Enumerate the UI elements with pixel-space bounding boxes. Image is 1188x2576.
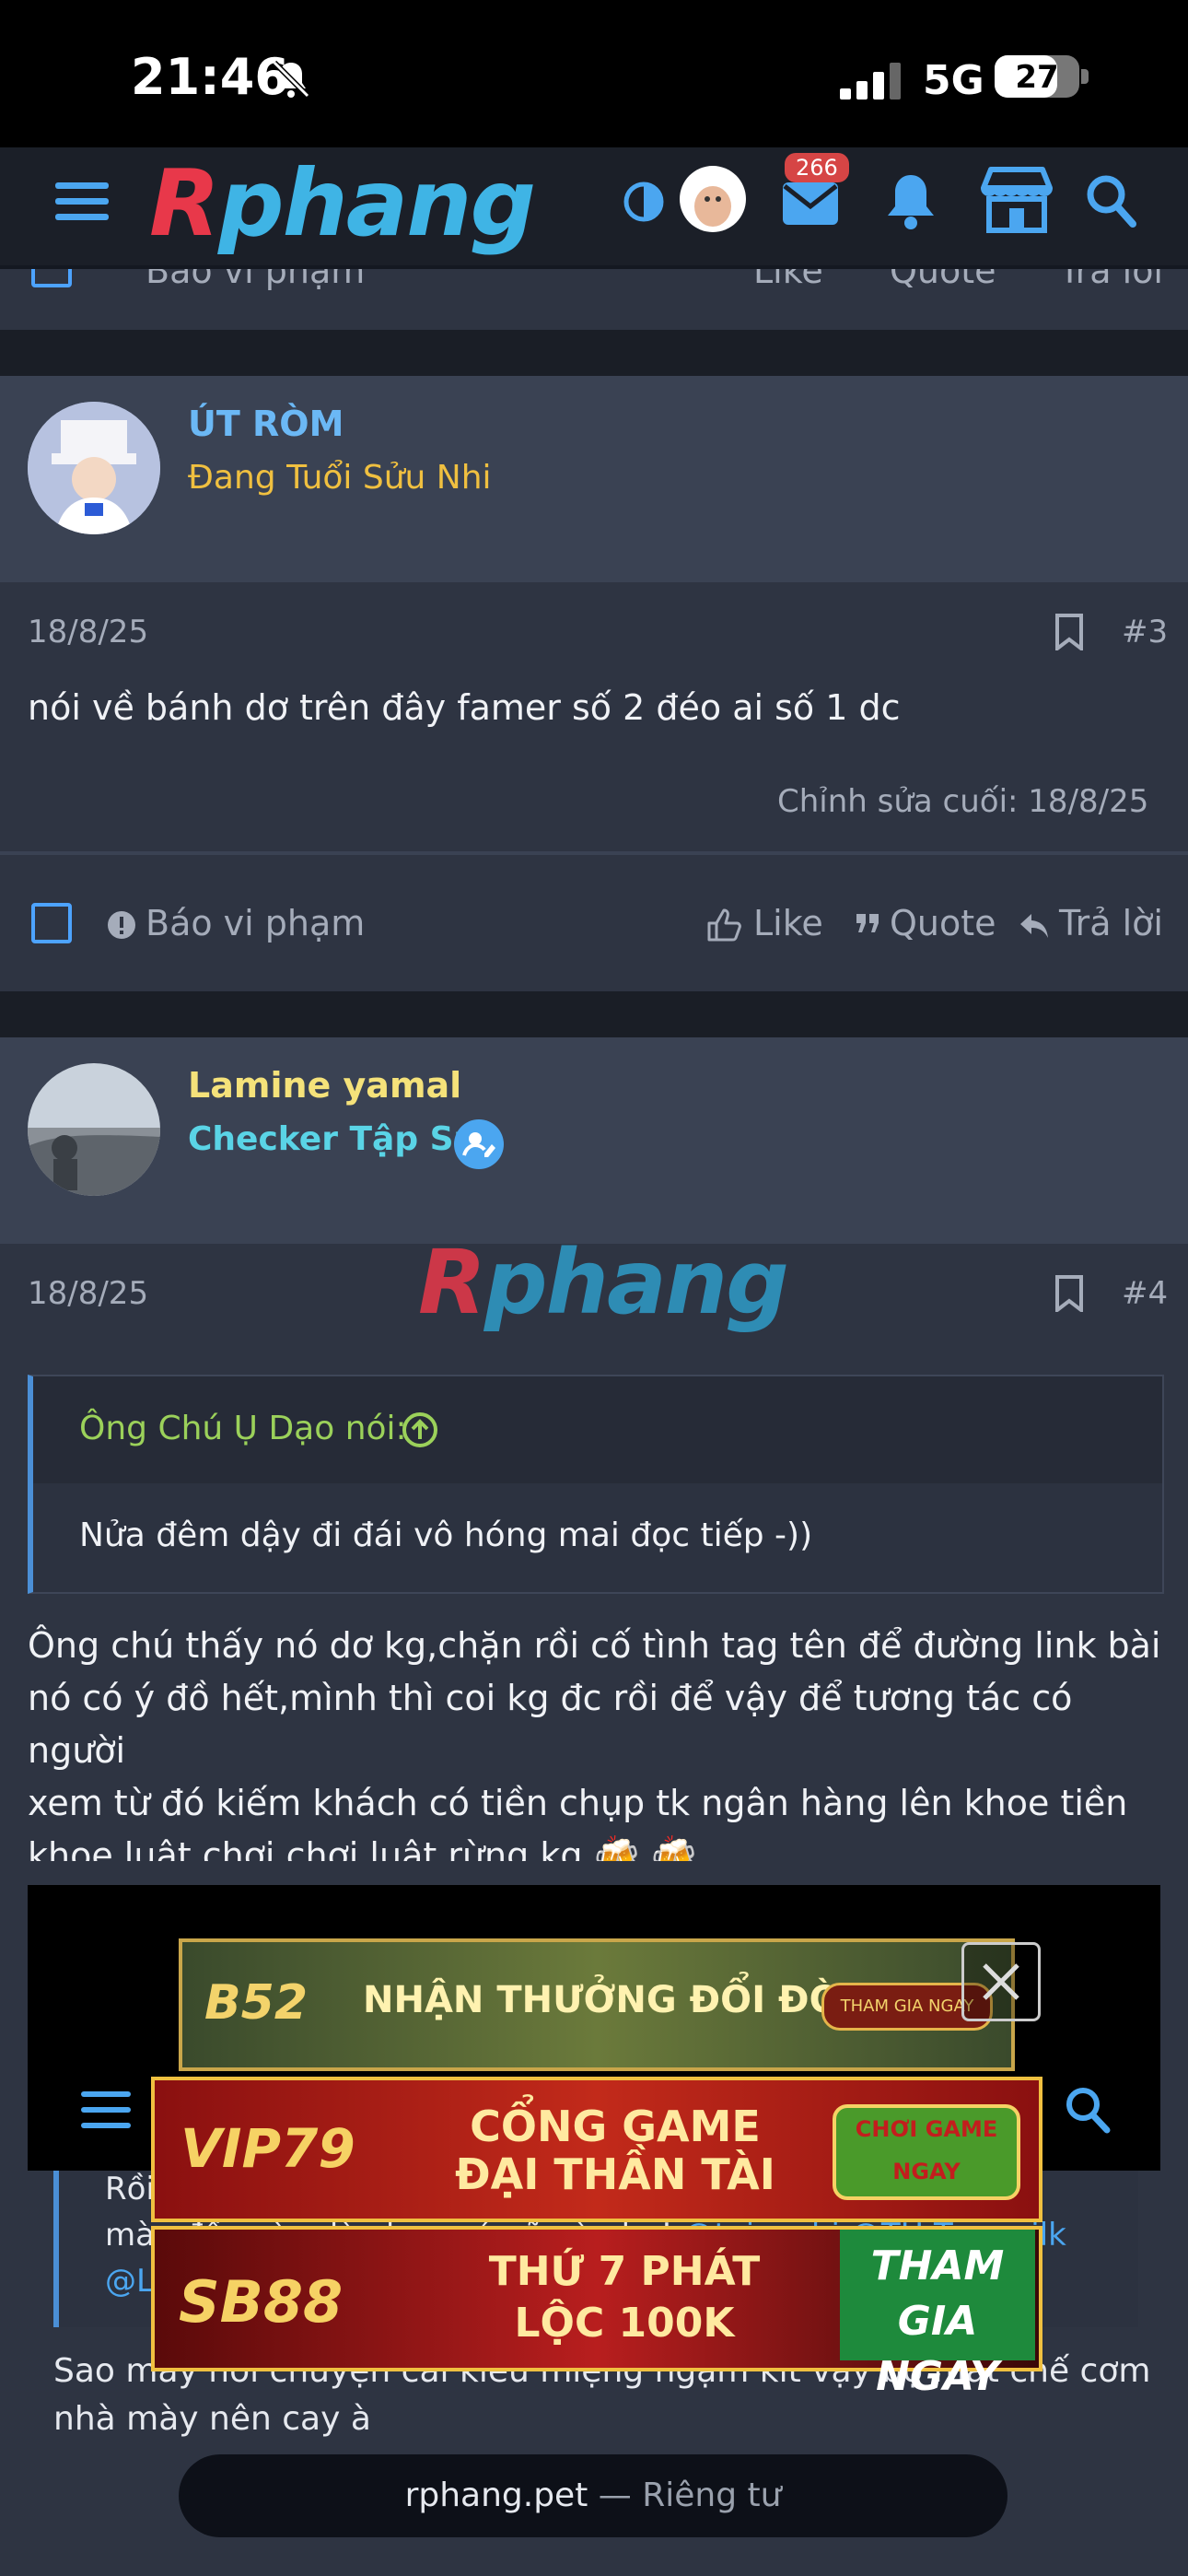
author-avatar[interactable]	[28, 1063, 160, 1196]
battery-icon: 27	[995, 55, 1079, 98]
ad-banner-vip79[interactable]: VIP79 CỔNG GAME ĐẠI THẦN TÀI CHƠI GAME N…	[151, 2077, 1042, 2222]
ad-close-button[interactable]	[961, 1942, 1041, 2021]
ad-banner-sb88[interactable]: SB88 THỨ 7 PHÁT LỘC 100K THAM GIA NGAY	[151, 2226, 1042, 2400]
post-separator	[0, 991, 1188, 1037]
ad-slogan: CỔNG GAME ĐẠI THẦN TÀI	[455, 2102, 775, 2199]
quote-button[interactable]: Quote	[890, 903, 996, 943]
close-icon[interactable]	[964, 1945, 1038, 2019]
inbox-count-badge: 266	[785, 153, 849, 182]
ad-brand: VIP79	[181, 2117, 355, 2180]
author-name[interactable]: ÚT RÒM	[188, 404, 344, 444]
cellular-signal-icon	[840, 63, 901, 100]
quote-text: Nửa đêm dậy đi đái vô hóng mai đọc tiếp …	[79, 1516, 813, 1554]
notification-bell-icon[interactable]	[884, 171, 938, 232]
quote-icon[interactable]	[855, 912, 880, 934]
reply-button[interactable]: Trả lời	[1059, 903, 1163, 943]
battery-level: 27	[1015, 59, 1059, 96]
status-bar: 21:46 5G 27	[0, 0, 1188, 147]
embedded-quote-line: Rồi	[105, 2171, 155, 2207]
author-avatar[interactable]	[28, 402, 160, 534]
avatar-image	[28, 402, 160, 534]
report-link[interactable]: Báo vi phạm	[146, 269, 365, 291]
ad-brand: B52	[204, 1975, 308, 2031]
post-author-block: Lamine yamal Checker Tập Sự	[0, 1037, 1188, 1247]
post-text-line: nó có ý đồ hết,mình thì coi kg đc rồi để…	[28, 1678, 1073, 1771]
quote-author[interactable]: Ông Chú Ụ Dạo nói:	[79, 1410, 407, 1447]
top-navbar: Rphang	[0, 147, 1188, 269]
post-separator	[0, 330, 1188, 376]
author-name[interactable]: Lamine yamal	[188, 1065, 461, 1106]
browser-url-pill[interactable]: rphang.pet — Riêng tư	[179, 2454, 1007, 2537]
ad-slogan: THỨ 7 PHÁT LỘC 100K	[488, 2248, 761, 2347]
store-icon[interactable]	[978, 166, 1055, 234]
quote-header: Ông Chú Ụ Dạo nói:	[33, 1376, 1162, 1483]
user-title: Checker Tập Sự	[188, 1120, 478, 1158]
avatar-image	[28, 1063, 160, 1196]
search-icon	[1066, 2088, 1111, 2134]
warning-icon	[108, 911, 135, 939]
post-actionbar: Báo vi phạm Like Quote Trả lời	[0, 855, 1188, 991]
ad-brand: SB88	[179, 2268, 344, 2336]
select-checkbox[interactable]	[31, 269, 72, 287]
report-link[interactable]: Báo vi phạm	[146, 903, 365, 943]
post-text-line: Ông chú thấy nó dơ kg,chặn rồi cố tình t…	[28, 1625, 1161, 1666]
thumbs-up-icon[interactable]	[705, 907, 742, 943]
post-date[interactable]: 18/8/25	[28, 614, 148, 650]
post-body-3: 18/8/25 #3 nói về bánh dơ trên đây famer…	[0, 582, 1188, 851]
bookmark-icon[interactable]	[1054, 1275, 1085, 1312]
post-number[interactable]: #4	[1122, 1275, 1168, 1312]
privacy-label: — Riêng tư	[598, 2476, 782, 2514]
select-checkbox[interactable]	[31, 903, 72, 943]
post-author-block: ÚT RÒM Đang Tuổi Sửu Nhi	[0, 376, 1188, 585]
arrow-up-circle-icon[interactable]	[402, 1411, 438, 1448]
ad-cta[interactable]: CHƠI GAME NGAY	[833, 2104, 1020, 2200]
ad-banner-b52[interactable]: B52 NHẬN THƯỞNG ĐỔI ĐỜI THAM GIA NGAY	[179, 1938, 1015, 2071]
post-text-line: xem từ đó kiếm khách có tiền chụp tk ngâ…	[28, 1783, 1128, 1823]
post-number[interactable]: #3	[1122, 614, 1168, 650]
hamburger-menu-icon[interactable]	[55, 179, 109, 225]
network-type: 5G	[923, 57, 984, 104]
prev-post-actionbar: Báo vi phạm Like Quote Trả lời	[0, 269, 1188, 330]
bookmark-icon[interactable]	[1054, 614, 1085, 650]
avatar-image	[694, 186, 731, 227]
user-title: Đang Tuổi Sửu Nhi	[188, 459, 492, 497]
url-domain: rphang.pet	[404, 2476, 588, 2514]
like-button[interactable]: Like	[753, 269, 823, 291]
reply-button[interactable]: Trả lời	[1059, 269, 1163, 291]
post-date[interactable]: 18/8/25	[28, 1275, 148, 1312]
ad-slogan: NHẬN THƯỞNG ĐỔI ĐỜI	[363, 1979, 856, 2021]
verified-user-icon	[454, 1119, 504, 1169]
logo-letter-r: R	[149, 149, 220, 257]
site-logo[interactable]: Rphang	[149, 149, 536, 257]
search-icon[interactable]	[1085, 173, 1136, 228]
watermark-logo: Rphang	[418, 1231, 789, 1334]
quote-block: Ông Chú Ụ Dạo nói: Nửa đêm dậy đi đái vô…	[28, 1375, 1164, 1594]
battery-nub	[1081, 69, 1089, 84]
post-text: nói về bánh dơ trên đây famer số 2 đéo a…	[28, 687, 901, 728]
like-button[interactable]: Like	[753, 903, 823, 943]
last-edited: Chỉnh sửa cuối: 18/8/25	[777, 783, 1149, 820]
hamburger-menu-icon	[81, 2091, 131, 2128]
theme-toggle-icon[interactable]	[623, 181, 665, 223]
quote-button[interactable]: Quote	[890, 269, 996, 291]
bell-slash-icon	[272, 60, 310, 99]
status-time: 21:46	[131, 48, 289, 106]
user-avatar[interactable]	[680, 166, 746, 232]
ad-cta[interactable]: THAM GIA NGAY	[840, 2230, 1035, 2400]
logo-text: phang	[218, 149, 536, 257]
reply-arrow-icon[interactable]	[1019, 912, 1050, 940]
post-text: Ông chú thấy nó dơ kg,chặn rồi cố tình t…	[28, 1620, 1170, 1882]
